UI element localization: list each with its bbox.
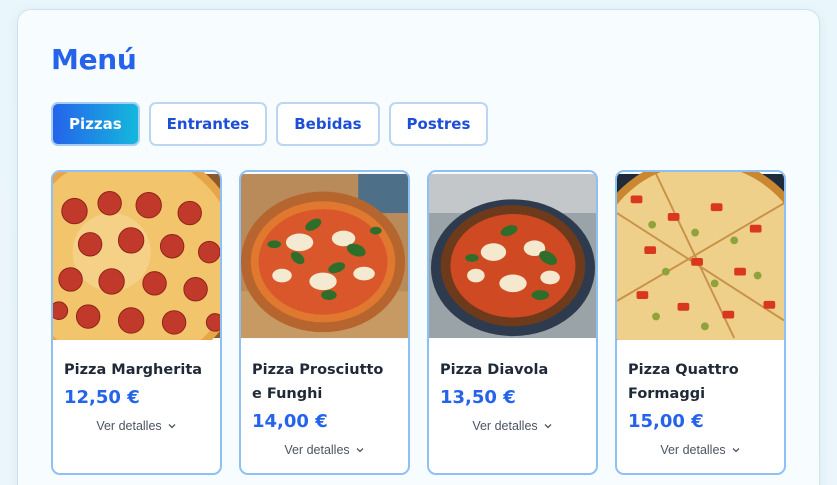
- pizza-photo: [429, 173, 596, 339]
- product-price: 12,50 €: [64, 387, 140, 408]
- details-toggle[interactable]: Ver detalles: [252, 443, 397, 457]
- details-toggle[interactable]: Ver detalles: [64, 419, 209, 433]
- category-tabs: Pizzas Entrantes Bebidas Postres: [51, 102, 489, 146]
- chevron-down-icon: [356, 448, 364, 453]
- chevron-down-icon: [168, 424, 176, 429]
- product-name: Pizza Prosciutto e Funghi: [252, 362, 384, 402]
- pizza-photo: [617, 172, 784, 340]
- product-card[interactable]: Pizza Quattro Formaggi 15,00 € Ver detal…: [615, 170, 786, 475]
- product-price: 14,00 €: [252, 411, 328, 432]
- details-label: Ver detalles: [284, 443, 350, 457]
- product-card[interactable]: Pizza Margherita 12,50 € Ver detalles: [51, 170, 222, 475]
- page-title: Menú: [51, 43, 137, 76]
- chevron-down-icon: [732, 448, 740, 453]
- product-price: 13,50 €: [440, 387, 516, 408]
- details-label: Ver detalles: [472, 419, 538, 433]
- pizza-photo: [53, 172, 220, 340]
- tab-entrantes[interactable]: Entrantes: [148, 102, 268, 146]
- menu-panel: Menú Pizzas Entrantes Bebidas Postres Pi…: [17, 9, 820, 485]
- product-name: Pizza Margherita: [64, 362, 203, 378]
- tab-pizzas[interactable]: Pizzas: [51, 102, 140, 146]
- chevron-down-icon: [544, 424, 552, 429]
- details-toggle[interactable]: Ver detalles: [440, 419, 585, 433]
- product-card[interactable]: Pizza Prosciutto e Funghi 14,00 € Ver de…: [239, 170, 410, 475]
- details-label: Ver detalles: [96, 419, 162, 433]
- tab-postres[interactable]: Postres: [388, 102, 489, 146]
- product-card[interactable]: Pizza Diavola 13,50 € Ver detalles: [427, 170, 598, 475]
- details-label: Ver detalles: [660, 443, 726, 457]
- product-grid: Pizza Margherita 12,50 € Ver detalles Pi…: [51, 170, 786, 475]
- pizza-photo: [241, 173, 408, 339]
- product-price: 15,00 €: [628, 411, 704, 432]
- details-toggle[interactable]: Ver detalles: [628, 443, 773, 457]
- tab-bebidas[interactable]: Bebidas: [276, 102, 380, 146]
- product-name: Pizza Diavola: [440, 362, 549, 378]
- product-name: Pizza Quattro Formaggi: [628, 362, 739, 402]
